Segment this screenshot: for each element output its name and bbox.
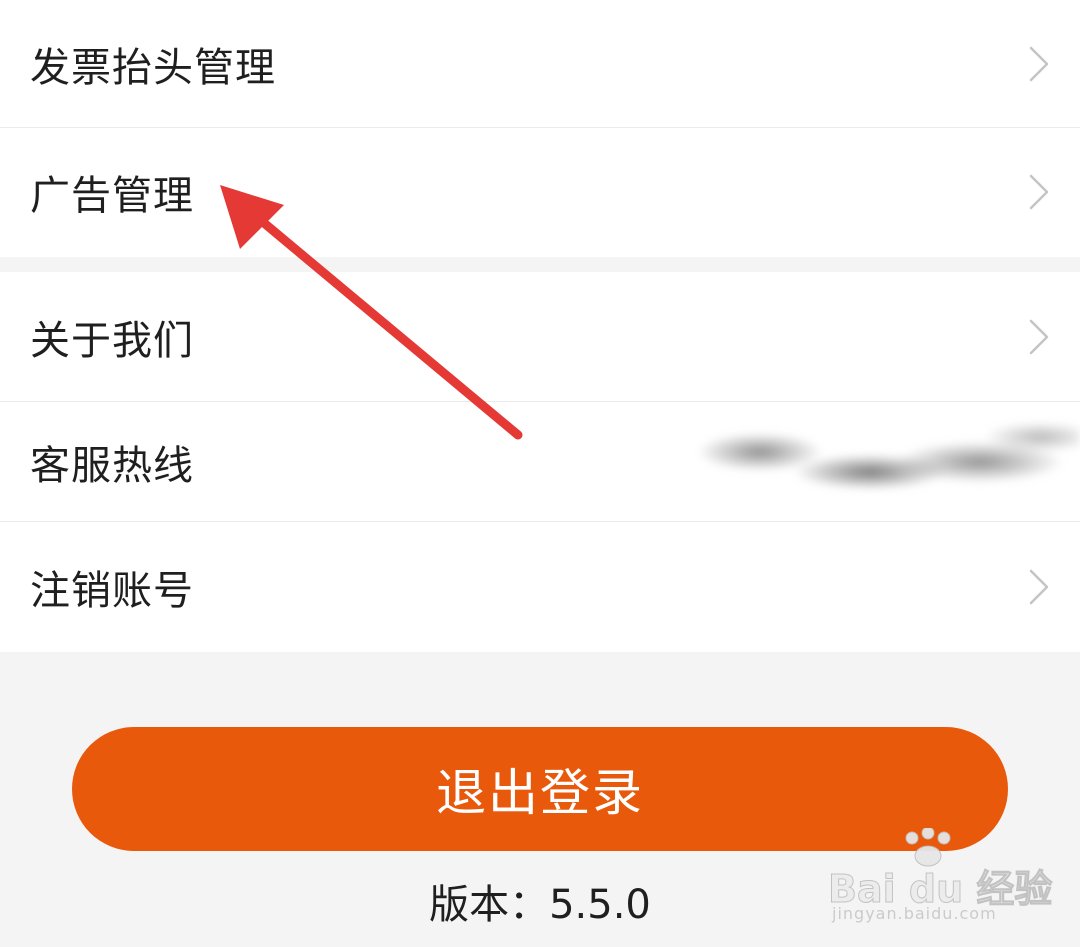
menu-item-label: 发票抬头管理 — [30, 44, 276, 91]
chevron-right-icon — [1028, 173, 1050, 211]
menu-item-cancel-account[interactable]: 注销账号 — [0, 522, 1080, 652]
chevron-right-icon — [1028, 568, 1050, 606]
settings-group-2: 关于我们 客服热线 注销账号 — [0, 272, 1080, 652]
redacted-phone-number — [700, 416, 1080, 507]
chevron-right-icon — [1028, 45, 1050, 83]
menu-item-label: 注销账号 — [30, 568, 194, 614]
menu-item-invoice-title[interactable]: 发票抬头管理 — [0, 0, 1080, 128]
menu-item-about-us[interactable]: 关于我们 — [0, 272, 1080, 402]
version-label: 版本：5.5.0 — [429, 882, 651, 928]
settings-group-1: 发票抬头管理 广告管理 — [0, 0, 1080, 257]
menu-item-customer-hotline[interactable]: 客服热线 — [0, 402, 1080, 522]
logout-button[interactable]: 退出登录 — [72, 727, 1008, 851]
menu-item-label: 客服热线 — [30, 442, 194, 489]
menu-item-label: 广告管理 — [30, 173, 194, 219]
chevron-right-icon — [1028, 318, 1050, 356]
menu-item-ad-management[interactable]: 广告管理 — [0, 128, 1080, 256]
menu-item-label: 关于我们 — [30, 317, 194, 364]
